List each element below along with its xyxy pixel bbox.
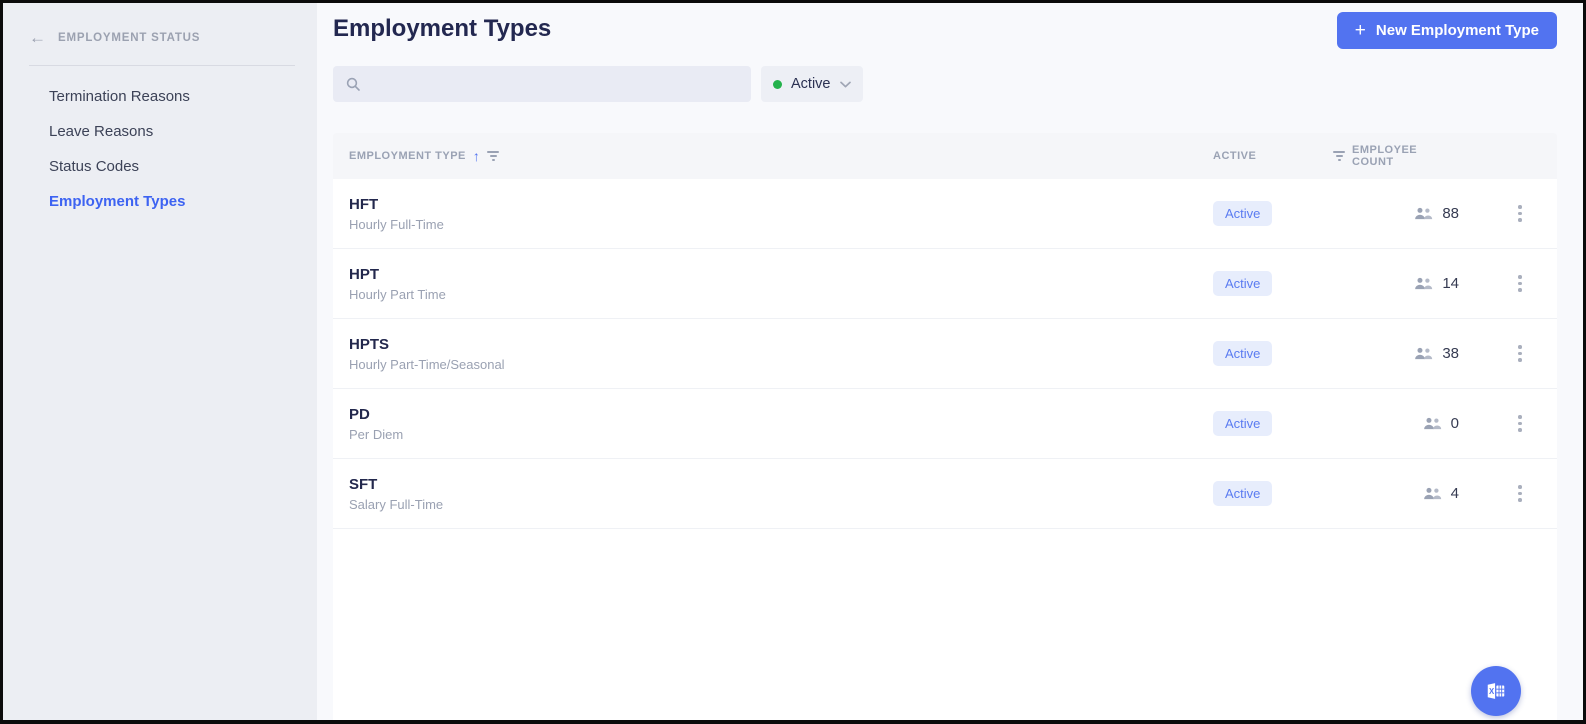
row-menu-kebab-icon[interactable] bbox=[1514, 271, 1526, 296]
employment-type-cell: HFT Hourly Full-Time bbox=[333, 196, 1213, 232]
search-box[interactable] bbox=[333, 66, 751, 102]
status-filter-dropdown[interactable]: Active bbox=[761, 66, 863, 102]
actions-cell bbox=[1483, 201, 1557, 226]
sidebar-divider bbox=[29, 65, 295, 66]
app-window: ← EMPLOYMENT STATUS Termination Reasons … bbox=[0, 0, 1586, 724]
row-menu-kebab-icon[interactable] bbox=[1514, 411, 1526, 436]
column-header-employment-type[interactable]: EMPLOYMENT TYPE ↑ bbox=[333, 148, 1213, 164]
filter-bar: Active bbox=[333, 66, 1557, 102]
table-row[interactable]: HPTS Hourly Part-Time/Seasonal Active 38 bbox=[333, 319, 1557, 389]
sort-ascending-icon[interactable]: ↑ bbox=[473, 148, 481, 164]
status-badge: Active bbox=[1213, 271, 1273, 296]
employment-type-cell: PD Per Diem bbox=[333, 406, 1213, 442]
employee-count-cell: 38 bbox=[1333, 345, 1483, 362]
page-header: Employment Types + New Employment Type bbox=[333, 3, 1557, 49]
employment-type-code: SFT bbox=[349, 475, 378, 493]
employment-type-cell: HPT Hourly Part Time bbox=[333, 266, 1213, 302]
settings-sidebar: ← EMPLOYMENT STATUS Termination Reasons … bbox=[3, 3, 317, 720]
people-icon bbox=[1423, 417, 1442, 430]
employment-type-code: HFT bbox=[349, 195, 379, 213]
people-icon bbox=[1414, 277, 1433, 290]
excel-export-icon: X bbox=[1485, 680, 1507, 702]
table-header-row: EMPLOYMENT TYPE ↑ ACTIVE EMPLOYEE COUNT bbox=[333, 133, 1557, 179]
filter-icon[interactable] bbox=[1333, 151, 1345, 161]
status-filter-value: Active bbox=[791, 76, 831, 92]
people-icon bbox=[1414, 347, 1433, 360]
back-arrow-icon[interactable]: ← bbox=[29, 29, 46, 46]
employment-type-description: Hourly Part-Time/Seasonal bbox=[349, 356, 505, 372]
employee-count-value: 14 bbox=[1442, 275, 1459, 292]
employment-type-description: Salary Full-Time bbox=[349, 496, 444, 512]
employment-type-description: Hourly Full-Time bbox=[349, 216, 444, 232]
new-employment-type-button[interactable]: + New Employment Type bbox=[1336, 12, 1557, 49]
status-cell: Active bbox=[1213, 481, 1333, 506]
column-header-active[interactable]: ACTIVE bbox=[1213, 150, 1333, 162]
employee-count-value: 0 bbox=[1450, 415, 1459, 432]
status-badge: Active bbox=[1213, 481, 1273, 506]
table-row[interactable]: HPT Hourly Part Time Active 14 bbox=[333, 249, 1557, 319]
employment-type-cell: HPTS Hourly Part-Time/Seasonal bbox=[333, 336, 1213, 372]
status-badge: Active bbox=[1213, 411, 1273, 436]
employment-type-cell: SFT Salary Full-Time bbox=[333, 476, 1213, 512]
employee-count-value: 38 bbox=[1442, 345, 1459, 362]
filter-icon[interactable] bbox=[487, 151, 500, 161]
employment-type-description: Hourly Part Time bbox=[349, 286, 446, 302]
employee-count-cell: 4 bbox=[1333, 485, 1483, 502]
employment-type-code: PD bbox=[349, 405, 370, 423]
sidebar-item-status-codes[interactable]: Status Codes bbox=[3, 152, 317, 181]
actions-cell bbox=[1483, 271, 1557, 296]
new-button-label: New Employment Type bbox=[1375, 22, 1539, 39]
active-header-label: ACTIVE bbox=[1213, 150, 1257, 162]
employee-count-header-label: EMPLOYEE COUNT bbox=[1352, 144, 1418, 168]
employment-type-description: Per Diem bbox=[349, 426, 404, 442]
actions-cell bbox=[1483, 341, 1557, 366]
svg-text:X: X bbox=[1489, 687, 1495, 696]
status-cell: Active bbox=[1213, 201, 1333, 226]
status-badge: Active bbox=[1213, 201, 1273, 226]
employee-count-cell: 88 bbox=[1333, 205, 1483, 222]
main-content: Employment Types + New Employment Type A… bbox=[317, 3, 1583, 720]
row-menu-kebab-icon[interactable] bbox=[1514, 481, 1526, 506]
employee-count-cell: 14 bbox=[1333, 275, 1483, 292]
sidebar-item-employment-types[interactable]: Employment Types bbox=[3, 187, 317, 216]
export-excel-fab-button[interactable]: X bbox=[1471, 666, 1521, 716]
employment-type-code: HPT bbox=[349, 265, 379, 283]
employment-type-code: HPTS bbox=[349, 335, 390, 353]
table-row[interactable]: HFT Hourly Full-Time Active 88 bbox=[333, 179, 1557, 249]
status-cell: Active bbox=[1213, 271, 1333, 296]
page-title: Employment Types bbox=[333, 15, 552, 42]
people-icon bbox=[1423, 487, 1442, 500]
sidebar-section-title: EMPLOYMENT STATUS bbox=[58, 31, 201, 44]
employee-count-value: 88 bbox=[1442, 205, 1459, 222]
column-header-employee-count[interactable]: EMPLOYEE COUNT bbox=[1333, 144, 1483, 168]
table-row[interactable]: SFT Salary Full-Time Active 4 bbox=[333, 459, 1557, 529]
actions-cell bbox=[1483, 411, 1557, 436]
people-icon bbox=[1414, 207, 1433, 220]
employee-count-value: 4 bbox=[1450, 485, 1459, 502]
sidebar-item-termination-reasons[interactable]: Termination Reasons bbox=[3, 82, 317, 111]
plus-icon: + bbox=[1354, 20, 1366, 41]
row-menu-kebab-icon[interactable] bbox=[1514, 341, 1526, 366]
employment-types-table: EMPLOYMENT TYPE ↑ ACTIVE EMPLOYEE COUNT … bbox=[333, 133, 1557, 720]
sidebar-nav: Termination Reasons Leave Reasons Status… bbox=[3, 82, 317, 216]
sidebar-item-leave-reasons[interactable]: Leave Reasons bbox=[3, 117, 317, 146]
employee-count-cell: 0 bbox=[1333, 415, 1483, 432]
search-input[interactable] bbox=[369, 76, 739, 92]
status-badge: Active bbox=[1213, 341, 1273, 366]
status-cell: Active bbox=[1213, 411, 1333, 436]
active-status-dot-icon bbox=[773, 79, 782, 89]
search-icon bbox=[345, 76, 361, 92]
employment-type-header-label: EMPLOYMENT TYPE bbox=[349, 150, 466, 162]
sidebar-back-header[interactable]: ← EMPLOYMENT STATUS bbox=[3, 29, 317, 46]
status-cell: Active bbox=[1213, 341, 1333, 366]
actions-cell bbox=[1483, 481, 1557, 506]
table-row[interactable]: PD Per Diem Active 0 bbox=[333, 389, 1557, 459]
chevron-down-icon bbox=[839, 81, 851, 88]
row-menu-kebab-icon[interactable] bbox=[1514, 201, 1526, 226]
